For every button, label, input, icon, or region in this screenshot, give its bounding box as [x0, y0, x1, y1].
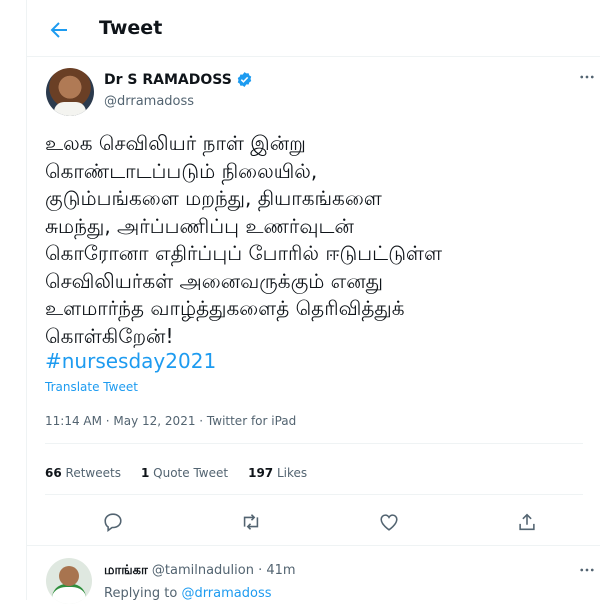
more-horizontal-icon[interactable] — [578, 561, 596, 579]
tweet-text: உலக செவிலியர் நாள் இன்று கொண்டாடப்படும் … — [45, 130, 590, 350]
tweet-text-line: உளமார்ந்த வாழ்த்துகளைத் தெரிவித்துக் — [45, 296, 405, 320]
verified-badge-icon — [237, 72, 252, 87]
heart-icon[interactable] — [378, 511, 400, 533]
quotes-label: Quote Tweet — [153, 466, 229, 480]
reply-icon[interactable] — [102, 511, 124, 533]
retweets-label: Retweets — [65, 466, 121, 480]
tweet-text-line: குடும்பங்களை மறந்து, தியாகங்களை — [45, 186, 382, 210]
more-horizontal-icon[interactable] — [578, 68, 596, 86]
divider — [27, 545, 600, 546]
replying-to-handle[interactable]: @drramadoss — [181, 586, 271, 601]
replying-to: Replying to @drramadoss — [104, 586, 272, 601]
tweet-text-line: கொள்கிறேன்! — [45, 323, 174, 348]
retweets-count: 66 — [45, 466, 62, 480]
replying-to-label: Replying to — [104, 586, 182, 601]
reply-header: மாங்கா @tamilnadulion · 41m — [104, 563, 296, 579]
likes-label: Likes — [276, 466, 308, 480]
tweet-timestamp[interactable]: 11:14 AM · May 12, 2021 · Twitter for iP… — [45, 414, 296, 428]
share-icon[interactable] — [516, 511, 538, 533]
hashtag-link[interactable]: #nursesday2021 — [45, 349, 216, 373]
tweet-column: Tweet Dr S RAMADOSS @drramadoss உலக செவி… — [26, 0, 600, 604]
quote-tweets-stat[interactable]: 1 Quote Tweet — [141, 466, 228, 480]
quotes-count: 1 — [140, 466, 150, 480]
likes-stat[interactable]: 197 Likes — [248, 466, 307, 480]
tweet-text-line: கொரோனா எதிர்ப்புப் போரில் ஈடுபட்டுள்ள — [45, 241, 443, 265]
author-handle[interactable]: @drramadoss — [104, 94, 194, 109]
divider — [45, 494, 583, 495]
reply-avatar[interactable] — [46, 558, 92, 604]
author-name-row: Dr S RAMADOSS — [104, 71, 253, 88]
author-avatar[interactable] — [46, 68, 94, 116]
likes-count: 197 — [248, 466, 274, 480]
tweet-text-line: செவிலியர்கள் அனைவருக்கும் எனது — [45, 268, 384, 293]
translate-tweet-link[interactable]: Translate Tweet — [45, 380, 138, 394]
tweet-text-line: உலக செவிலியர் நாள் இன்று — [45, 131, 306, 155]
page-header: Tweet — [27, 0, 600, 57]
author-name[interactable]: Dr S RAMADOSS — [104, 72, 232, 88]
tweet-actions — [27, 511, 600, 533]
page-title: Tweet — [99, 17, 163, 39]
retweets-stat[interactable]: 66 Retweets — [45, 466, 121, 480]
arrow-left-icon[interactable] — [47, 18, 71, 42]
tweet-stats: 66 Retweets 1 Quote Tweet 197 Likes — [45, 466, 307, 480]
divider — [45, 443, 583, 444]
reply-author-name[interactable]: மாங்கா — [104, 563, 148, 578]
tweet-text-line: கொண்டாடப்படும் நிலையில், — [45, 158, 318, 183]
reply-author-handle[interactable]: @tamilnadulion · 41m — [152, 563, 296, 578]
tweet-text-line: சுமந்து, அர்ப்பணிப்பு உணர்வுடன் — [45, 213, 354, 238]
retweet-icon[interactable] — [240, 511, 262, 533]
